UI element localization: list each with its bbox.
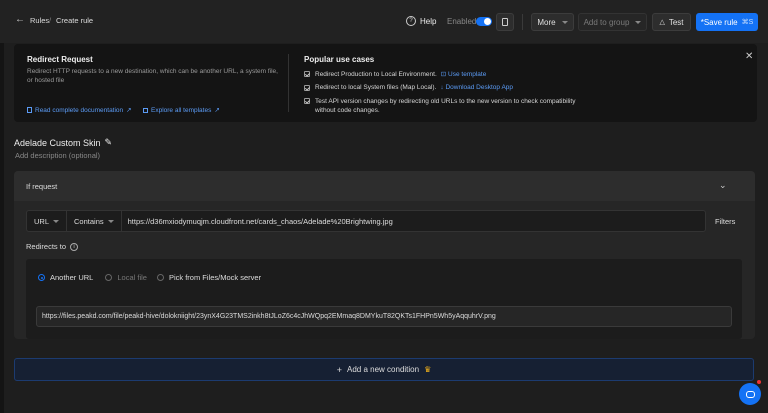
info-icon: i xyxy=(70,242,79,251)
filters-button[interactable]: Filters xyxy=(715,217,735,226)
add-condition-button[interactable]: + Add a new condition ♛ xyxy=(14,358,754,381)
help-icon: ? xyxy=(406,16,416,26)
add-to-group-label: Add to group xyxy=(583,17,630,27)
save-label: *Save rule xyxy=(700,17,738,27)
redirects-to-label: Redirects to i xyxy=(26,242,79,251)
radio-selected-icon xyxy=(38,274,45,281)
operator-select[interactable]: Contains xyxy=(67,211,122,231)
chevron-down-icon[interactable]: ⌄ xyxy=(719,180,727,191)
flask-icon: △ xyxy=(659,19,665,26)
more-label: More xyxy=(537,17,556,27)
templates-link-label: Explore all templates xyxy=(151,106,212,114)
radio-label: Pick from Files/Mock server xyxy=(168,273,262,282)
back-arrow-icon[interactable]: ← xyxy=(15,14,25,25)
use-case-item: Redirect Production to Local Environment… xyxy=(304,70,486,78)
destination-options: Another URL Local file Pick from Files/M… xyxy=(38,273,261,282)
chevron-down-icon xyxy=(107,219,114,223)
pin-button[interactable] xyxy=(496,13,514,31)
description-field[interactable]: Add description (optional) xyxy=(15,151,100,160)
breadcrumb-rules[interactable]: Rules xyxy=(30,16,49,25)
toolbar-divider xyxy=(522,14,523,30)
radio-another-url[interactable]: Another URL xyxy=(38,273,93,282)
use-template-link[interactable]: ⊡ Use template xyxy=(441,70,487,78)
chevron-down-icon xyxy=(635,20,642,24)
top-bar: ← Rules / Create rule ? Help Enabled Mor… xyxy=(0,0,768,43)
doc-link[interactable]: Read complete documentation ↗ xyxy=(27,106,132,114)
test-label: Test xyxy=(668,17,684,27)
left-edge xyxy=(0,43,4,413)
rule-name[interactable]: Adelade Custom Skin ✎ xyxy=(14,137,112,148)
condition-header-label: If request xyxy=(26,182,58,191)
destination-panel xyxy=(26,259,742,339)
pin-icon xyxy=(502,18,508,26)
radio-pick-from-files[interactable]: Pick from Files/Mock server xyxy=(156,273,262,282)
checkbox-icon xyxy=(304,84,310,91)
notification-dot xyxy=(757,380,761,384)
checkbox-icon xyxy=(304,71,310,77)
condition-header[interactable] xyxy=(14,171,755,201)
crown-icon: ♛ xyxy=(424,365,432,374)
grid-icon xyxy=(143,107,148,113)
enabled-toggle[interactable] xyxy=(476,17,492,26)
info-description: Redirect HTTP requests to a new destinat… xyxy=(27,68,278,84)
use-cases-title: Popular use cases xyxy=(304,55,375,64)
radio-icon xyxy=(156,274,164,281)
help-label: Help xyxy=(420,16,437,26)
operator-value: Contains xyxy=(74,216,104,226)
use-case-text: Test API version changes by redirecting … xyxy=(315,98,576,114)
radio-local-file[interactable]: Local file xyxy=(105,273,147,282)
use-case-item: Test API version changes by redirecting … xyxy=(304,97,585,115)
external-link-icon: ↗ xyxy=(126,107,132,114)
help-button[interactable]: ? Help xyxy=(406,16,436,26)
add-condition-label: Add a new condition xyxy=(347,365,420,374)
chat-button[interactable] xyxy=(739,383,761,405)
use-case-text: Redirect Production to Local Environment… xyxy=(315,70,437,78)
chat-icon xyxy=(745,390,755,398)
plus-icon: + xyxy=(336,364,343,375)
rule-name-text: Adelade Custom Skin xyxy=(14,137,101,148)
match-field-value: URL xyxy=(34,216,50,226)
destination-url-input[interactable]: https://files.peakd.com/file/peakd-hive/… xyxy=(36,306,732,327)
redirects-to-text: Redirects to xyxy=(26,242,67,251)
templates-link[interactable]: Explore all templates ↗ xyxy=(143,106,220,114)
close-icon[interactable]: ✕ xyxy=(745,51,753,62)
external-link-icon: ↗ xyxy=(214,107,220,114)
url-input[interactable]: https://d36mxiodymuqjm.cloudfront.net/ca… xyxy=(128,217,393,226)
breadcrumb-current: Create rule xyxy=(56,16,94,25)
match-field-select[interactable]: URL xyxy=(27,211,68,231)
more-button[interactable]: More xyxy=(531,13,574,31)
use-case-text: Redirect to local System files (Map Loca… xyxy=(315,84,437,91)
add-to-group-button[interactable]: Add to group xyxy=(578,13,647,31)
info-title: Redirect Request xyxy=(27,55,93,64)
save-rule-button[interactable]: *Save rule ⌘S xyxy=(696,13,758,31)
enabled-label: Enabled xyxy=(447,17,477,26)
doc-link-label: Read complete documentation xyxy=(35,106,124,114)
download-app-label: Download Desktop App xyxy=(445,84,514,91)
url-match-bar: URL Contains https://d36mxiodymuqjm.clou… xyxy=(26,210,706,232)
radio-icon xyxy=(105,274,113,281)
radio-label: Another URL xyxy=(50,273,94,282)
chevron-down-icon xyxy=(561,20,568,24)
document-icon xyxy=(27,107,32,113)
download-app-link[interactable]: ↓ Download Desktop App xyxy=(440,84,513,91)
breadcrumb-separator: / xyxy=(49,16,52,25)
test-button[interactable]: △ Test xyxy=(652,13,691,31)
save-shortcut: ⌘S xyxy=(741,19,754,26)
info-divider xyxy=(288,54,289,112)
use-template-label: Use template xyxy=(448,71,487,78)
use-case-item: Redirect to local System files (Map Loca… xyxy=(304,84,513,91)
chevron-down-icon xyxy=(53,219,60,223)
radio-label: Local file xyxy=(117,273,147,282)
pencil-icon[interactable]: ✎ xyxy=(105,137,113,148)
checkbox-icon xyxy=(304,98,310,104)
